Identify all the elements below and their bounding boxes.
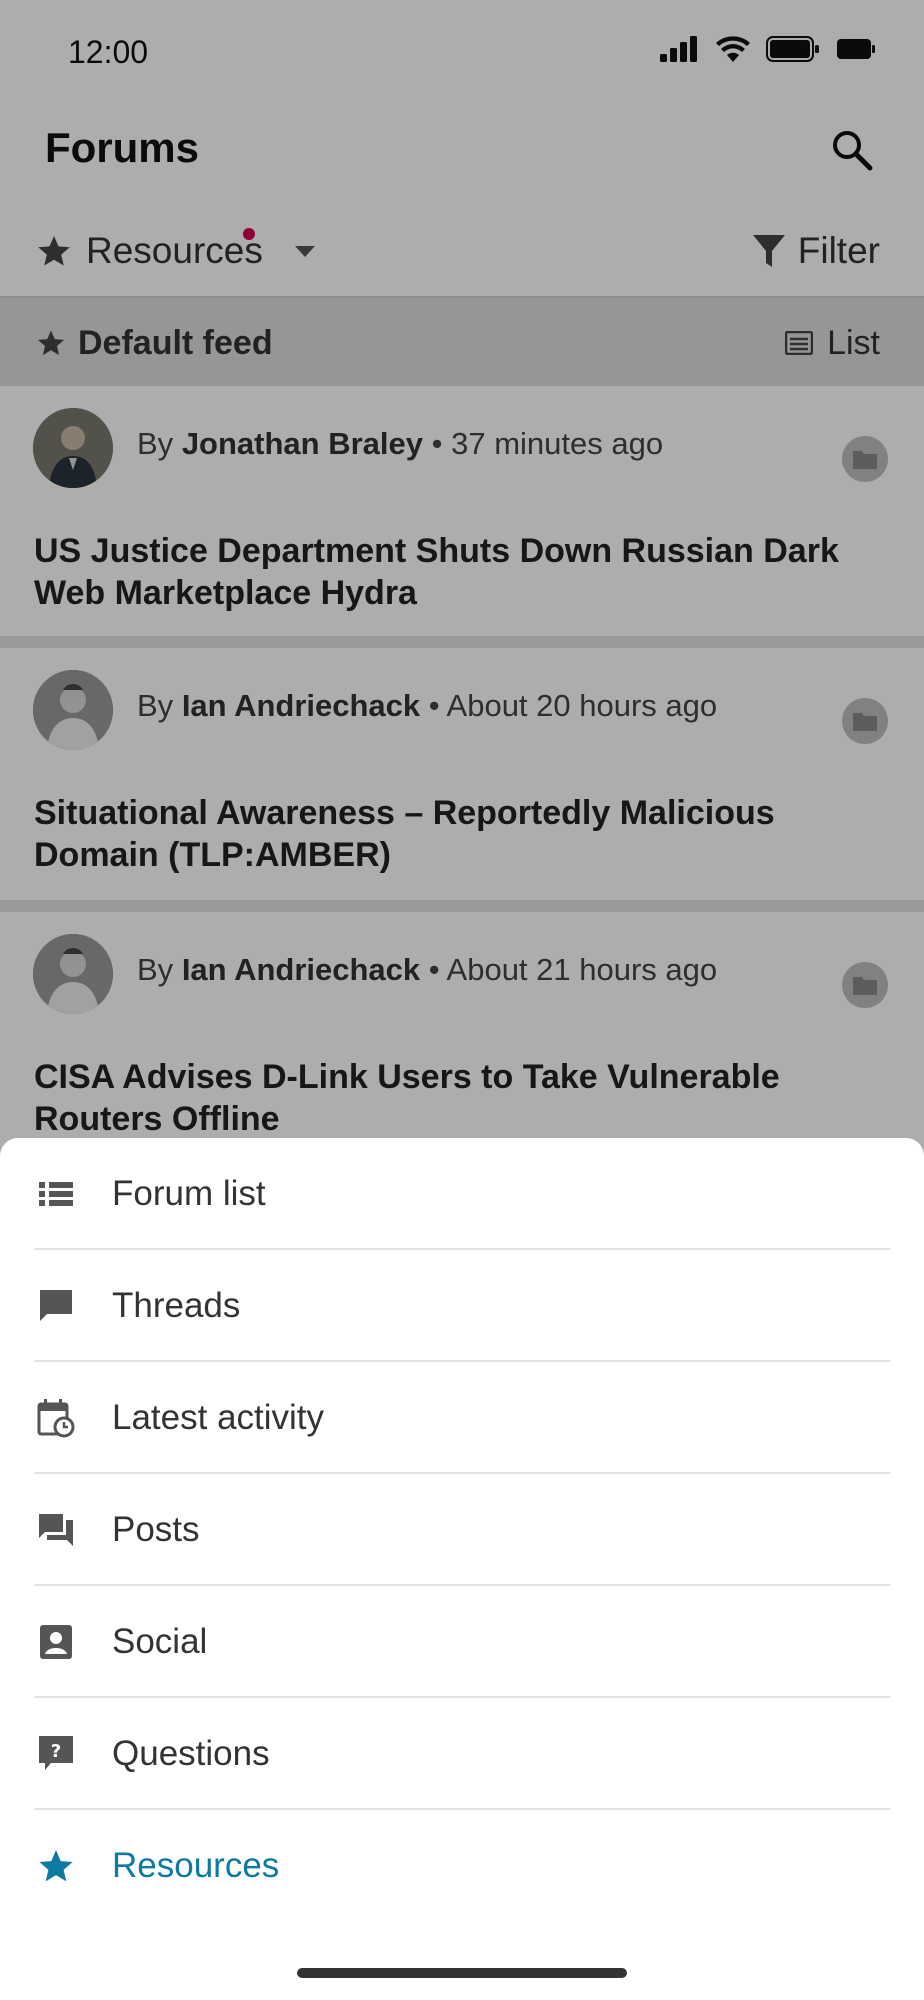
menu-item-posts[interactable]: Posts (0, 1474, 924, 1586)
contact-card-icon (36, 1622, 76, 1662)
list-icon (36, 1174, 76, 1214)
star-icon (36, 1846, 76, 1886)
home-indicator[interactable] (297, 1968, 627, 1978)
menu-item-label: Threads (112, 1286, 241, 1325)
menu-item-label: Resources (112, 1846, 280, 1885)
forum-icon (36, 1510, 76, 1550)
menu-item-resources[interactable]: Resources (0, 1810, 924, 1922)
menu-item-threads[interactable]: Threads (0, 1250, 924, 1362)
menu-item-latest-activity[interactable]: Latest activity (0, 1362, 924, 1474)
menu-item-social[interactable]: Social (0, 1586, 924, 1698)
menu-item-forum-list[interactable]: Forum list (0, 1138, 924, 1250)
question-bubble-icon: ? (36, 1734, 76, 1774)
menu-item-questions[interactable]: ? Questions (0, 1698, 924, 1810)
menu-item-label: Forum list (112, 1174, 266, 1213)
bottom-sheet-menu: Forum list Threads Latest activity Posts… (0, 1138, 924, 2000)
calendar-clock-icon (36, 1398, 76, 1438)
chat-bubble-icon (36, 1286, 76, 1326)
menu-item-label: Social (112, 1622, 208, 1661)
menu-item-label: Posts (112, 1510, 200, 1549)
menu-item-label: Questions (112, 1734, 270, 1773)
menu-item-label: Latest activity (112, 1398, 325, 1437)
forums-screen: 12:00 Forums Resources Filter Default fe… (0, 0, 924, 2000)
svg-text:?: ? (51, 1741, 61, 1762)
